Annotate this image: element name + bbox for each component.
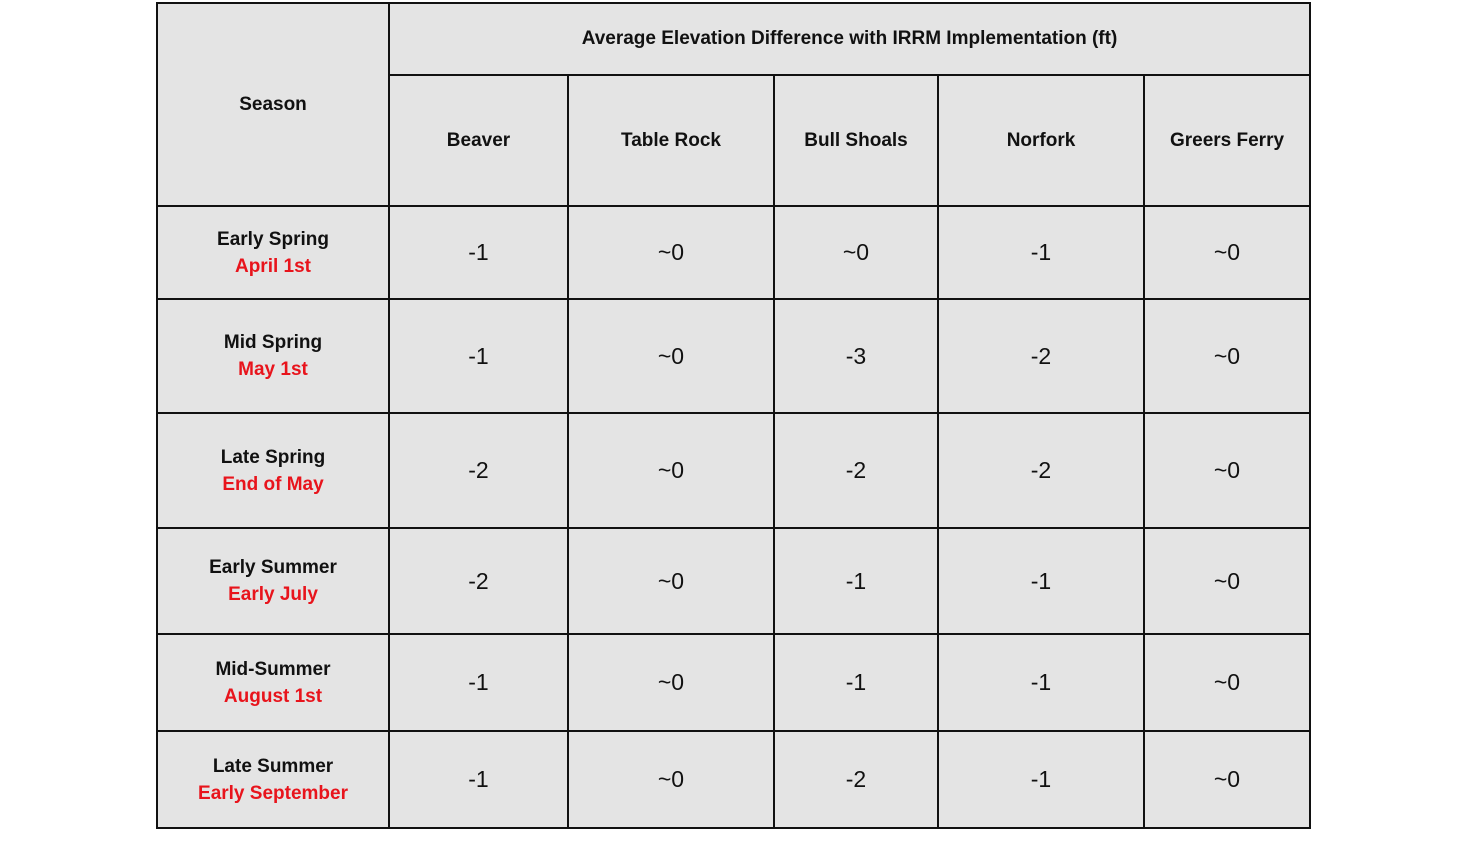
value-cell: ~0	[567, 412, 775, 529]
value-cell: -2	[937, 412, 1145, 529]
value-cell: ~0	[567, 633, 775, 732]
season-name: Late Spring	[220, 446, 326, 468]
season-cell: Late Summer Early September	[156, 730, 390, 829]
value-cell: ~0	[773, 205, 939, 300]
value-cell: -1	[388, 298, 569, 414]
season-name: Early Spring	[217, 228, 329, 250]
season-cell: Early Spring April 1st	[156, 205, 390, 300]
season-cell: Mid Spring May 1st	[156, 298, 390, 414]
table-row: Late Summer Early September -1 ~0 -2 -1 …	[156, 730, 1311, 829]
value-cell: -1	[937, 730, 1145, 829]
value-cell: -1	[773, 527, 939, 635]
season-cell: Mid-Summer August 1st	[156, 633, 390, 732]
value-cell: ~0	[1143, 298, 1311, 414]
header-row-group: Season Average Elevation Difference with…	[156, 2, 1311, 207]
season-name: Mid Spring	[223, 332, 323, 353]
season-name: Late Summer	[212, 755, 334, 777]
table-row: Mid-Summer August 1st -1 ~0 -1 -1 ~0	[156, 633, 1311, 732]
value-cell: -1	[388, 730, 569, 829]
value-cell: -2	[773, 412, 939, 529]
season-header: Season	[156, 2, 390, 207]
season-date: Early September	[198, 782, 348, 804]
table-row: Early Summer Early July -2 ~0 -1 -1 ~0	[156, 527, 1311, 635]
value-cell: -1	[937, 633, 1145, 732]
season-date: End of May	[222, 473, 324, 495]
value-cell: -2	[937, 298, 1145, 414]
table-row: Mid Spring May 1st -1 ~0 -3 -2 ~0	[156, 298, 1311, 414]
value-cell: ~0	[567, 205, 775, 300]
season-date: August 1st	[223, 685, 323, 707]
value-cell: ~0	[1143, 412, 1311, 529]
value-cell: -3	[773, 298, 939, 414]
table-row: Late Spring End of May -2 ~0 -2 -2 ~0	[156, 412, 1311, 529]
column-header-table-rock: Table Rock	[567, 74, 775, 207]
elevation-difference-table: Season Average Elevation Difference with…	[156, 2, 1311, 829]
value-cell: -1	[937, 527, 1145, 635]
value-cell: -1	[388, 205, 569, 300]
value-cell: ~0	[1143, 527, 1311, 635]
season-cell: Late Spring End of May	[156, 412, 390, 529]
value-cell: ~0	[567, 730, 775, 829]
value-cell: ~0	[1143, 205, 1311, 300]
value-cell: ~0	[567, 527, 775, 635]
column-header-bull-shoals: Bull Shoals	[773, 74, 939, 207]
value-cell: ~0	[1143, 730, 1311, 829]
group-header: Average Elevation Difference with IRRM I…	[388, 2, 1311, 76]
column-header-norfork: Norfork	[937, 74, 1145, 207]
column-header-beaver: Beaver	[388, 74, 569, 207]
season-cell: Early Summer Early July	[156, 527, 390, 635]
value-cell: ~0	[1143, 633, 1311, 732]
value-cell: -2	[388, 527, 569, 635]
value-cell: -1	[773, 633, 939, 732]
value-cell: -2	[388, 412, 569, 529]
value-cell: -1	[937, 205, 1145, 300]
season-name: Mid-Summer	[215, 658, 331, 680]
value-cell: -1	[388, 633, 569, 732]
season-date: April 1st	[234, 255, 312, 277]
season-date: Early July	[228, 584, 318, 605]
value-cell: -2	[773, 730, 939, 829]
column-header-greers-ferry: Greers Ferry	[1143, 74, 1311, 207]
season-date: May 1st	[238, 359, 308, 380]
table-row: Early Spring April 1st -1 ~0 ~0 -1 ~0	[156, 205, 1311, 300]
season-name: Early Summer	[209, 557, 337, 578]
value-cell: ~0	[567, 298, 775, 414]
